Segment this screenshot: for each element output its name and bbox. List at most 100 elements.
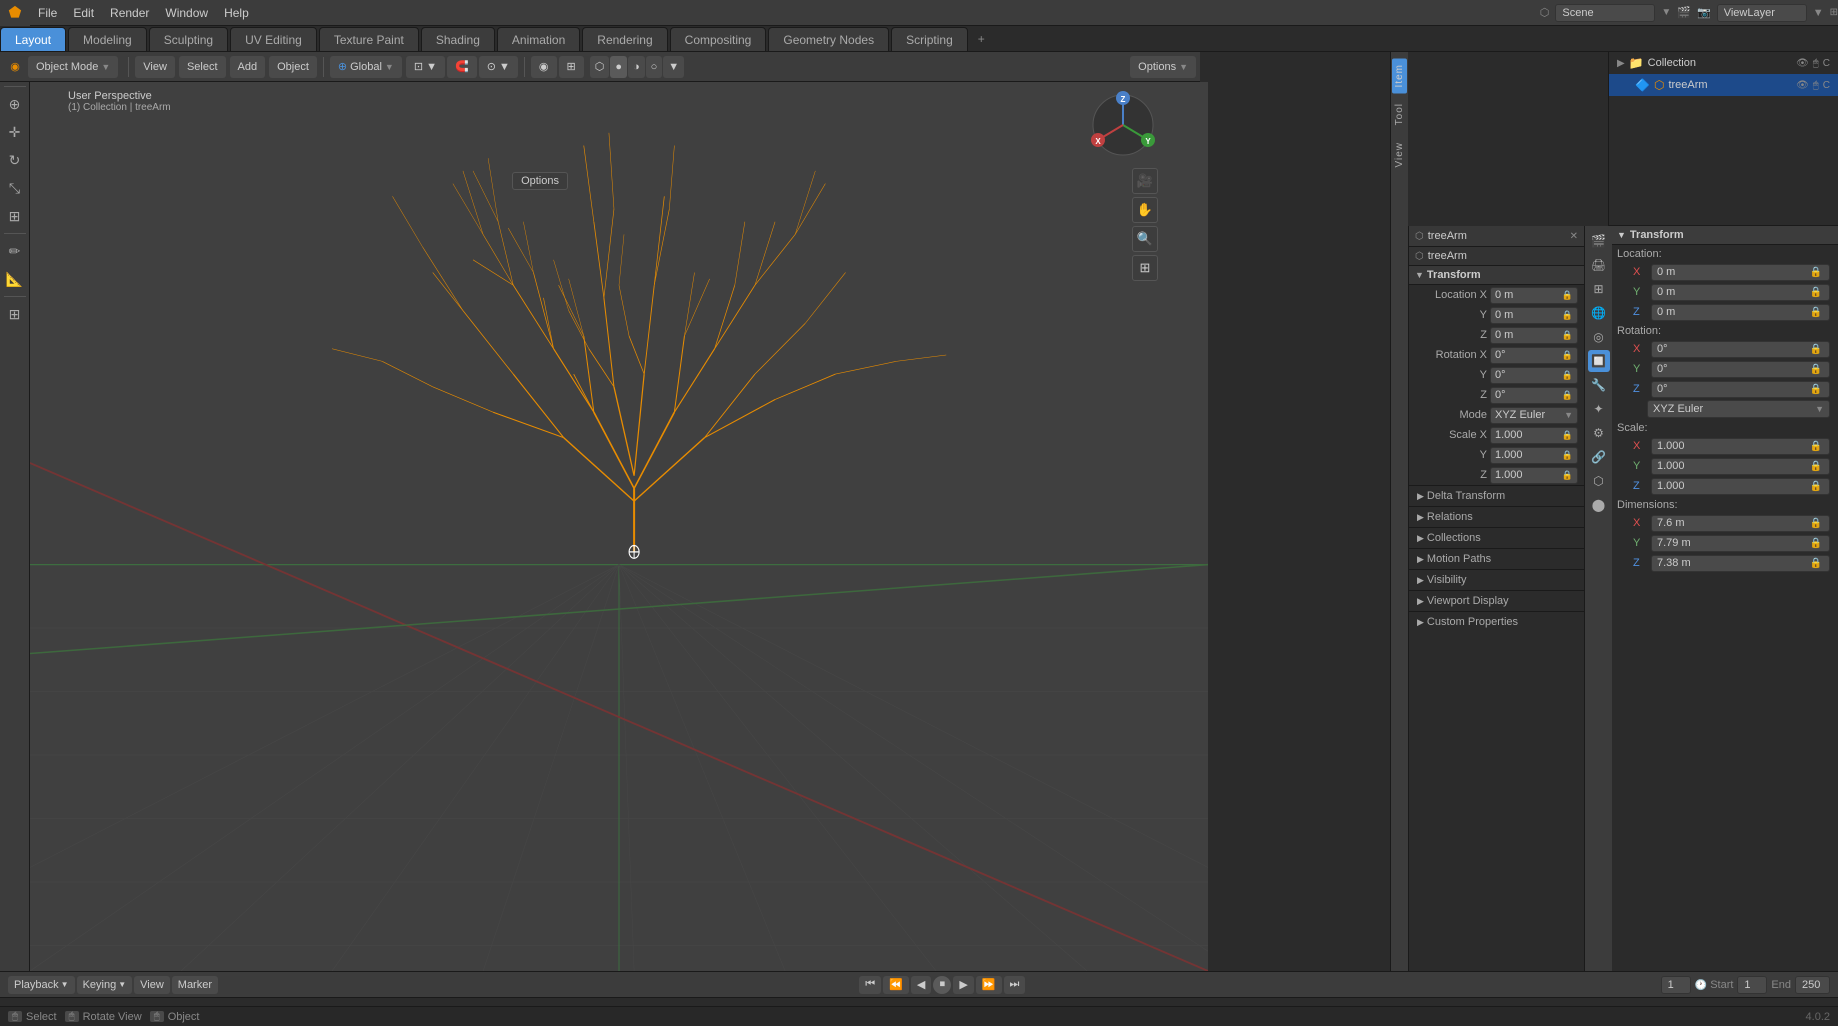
- next-keyframe-btn[interactable]: ⏩: [976, 976, 1002, 994]
- location-z-field[interactable]: 0 m 🔒: [1651, 304, 1830, 321]
- dim-y-field[interactable]: 7.79 m 🔒: [1651, 535, 1830, 552]
- npanel-loc-x-lock[interactable]: 🔒: [1562, 290, 1573, 301]
- output-props-icon[interactable]: 🖨: [1588, 254, 1610, 276]
- tool-move[interactable]: ✛: [2, 119, 28, 145]
- object-menu[interactable]: Object: [269, 56, 317, 78]
- view-tab[interactable]: View: [1392, 136, 1407, 174]
- rotation-y-field[interactable]: 0° 🔒: [1651, 361, 1830, 378]
- outliner-item-collection[interactable]: ▶ 📁 Collection 👁 🖱 C: [1609, 52, 1838, 74]
- npanel-scale-y-field[interactable]: 1.000 🔒: [1490, 447, 1578, 464]
- shade-options[interactable]: ▼: [663, 56, 684, 78]
- grid-view-btn[interactable]: ⊞: [1132, 255, 1158, 281]
- tool-transform[interactable]: ⊞: [2, 203, 28, 229]
- zoom-view-btn[interactable]: 🔍: [1132, 226, 1158, 252]
- camera-view-btn[interactable]: 🎥: [1132, 168, 1158, 194]
- shade-wire[interactable]: ⬡: [590, 56, 610, 78]
- npanel-rot-z-lock[interactable]: 🔒: [1562, 390, 1573, 401]
- rot-y-lock[interactable]: 🔒: [1808, 361, 1824, 377]
- rotation-z-field[interactable]: 0° 🔒: [1651, 381, 1830, 398]
- start-frame-field[interactable]: 1: [1737, 976, 1767, 994]
- rot-x-lock[interactable]: 🔒: [1808, 341, 1824, 357]
- tool-scale[interactable]: ⤡: [2, 175, 28, 201]
- loc-x-lock[interactable]: 🔒: [1808, 264, 1824, 280]
- constraint-props-icon[interactable]: 🔗: [1588, 446, 1610, 468]
- npanel-transform-header[interactable]: ▼ Transform: [1409, 266, 1584, 285]
- jump-start-btn[interactable]: ⏮: [859, 976, 881, 994]
- scale-y-lock[interactable]: 🔒: [1808, 458, 1824, 474]
- pivot-dropdown[interactable]: ⊡ ▼: [406, 56, 445, 78]
- tab-modeling[interactable]: Modeling: [68, 27, 147, 51]
- item-tab[interactable]: Item: [1392, 58, 1407, 93]
- navigation-gizmo[interactable]: Z Y X: [1088, 90, 1158, 160]
- tab-shading[interactable]: Shading: [421, 27, 495, 51]
- rotation-x-field[interactable]: 0° 🔒: [1651, 341, 1830, 358]
- dim-y-lock[interactable]: 🔒: [1808, 535, 1824, 551]
- playback-menu[interactable]: Playback ▼: [8, 976, 75, 994]
- npanel-rot-x-field[interactable]: 0° 🔒: [1490, 347, 1578, 364]
- tab-layout[interactable]: Layout: [0, 27, 66, 51]
- viewport[interactable]: User Perspective (1) Collection | treeAr…: [30, 82, 1208, 971]
- jump-end-btn[interactable]: ⏭: [1004, 976, 1026, 994]
- tab-uv-editing[interactable]: UV Editing: [230, 27, 317, 51]
- menu-edit[interactable]: Edit: [65, 0, 102, 26]
- npanel-rot-z-field[interactable]: 0° 🔒: [1490, 387, 1578, 404]
- tab-compositing[interactable]: Compositing: [670, 27, 767, 51]
- particle-props-icon[interactable]: ✦: [1588, 398, 1610, 420]
- viewlayer-input[interactable]: [1717, 4, 1807, 22]
- npanel-rot-x-lock[interactable]: 🔒: [1562, 350, 1573, 361]
- scene-name-input[interactable]: [1555, 4, 1655, 22]
- add-workspace-button[interactable]: +: [970, 27, 993, 51]
- scale-x-field[interactable]: 1.000 🔒: [1651, 438, 1830, 455]
- npanel-viewport-display-row[interactable]: ▶ Viewport Display: [1409, 590, 1584, 611]
- npanel-loc-z-field[interactable]: 0 m 🔒: [1490, 327, 1578, 344]
- npanel-scale-x-lock[interactable]: 🔒: [1562, 430, 1573, 441]
- end-frame-field[interactable]: 250: [1795, 976, 1830, 994]
- shade-render[interactable]: ○: [646, 56, 663, 78]
- npanel-loc-y-field[interactable]: 0 m 🔒: [1490, 307, 1578, 324]
- object-name-close[interactable]: ✕: [1570, 231, 1578, 242]
- tool-add[interactable]: ⊞: [2, 301, 28, 327]
- npanel-collections-row[interactable]: ▶ Collections: [1409, 527, 1584, 548]
- npanel-rot-y-field[interactable]: 0° 🔒: [1490, 367, 1578, 384]
- scene-props-icon[interactable]: 🌐: [1588, 302, 1610, 324]
- npanel-motion-paths-row[interactable]: ▶ Motion Paths: [1409, 548, 1584, 569]
- prev-keyframe-btn[interactable]: ⏪: [883, 976, 909, 994]
- npanel-rot-mode-dropdown[interactable]: XYZ Euler ▼: [1490, 407, 1578, 424]
- menu-window[interactable]: Window: [157, 0, 216, 26]
- npanel-delta-transform-row[interactable]: ▶ Delta Transform: [1409, 485, 1584, 506]
- world-props-icon[interactable]: ◎: [1588, 326, 1610, 348]
- tool-rotate[interactable]: ↻: [2, 147, 28, 173]
- select-menu[interactable]: Select: [179, 56, 226, 78]
- tool-cursor[interactable]: ⊕: [2, 91, 28, 117]
- rotation-mode-dropdown[interactable]: XYZ Euler ▼: [1647, 400, 1830, 418]
- pan-view-btn[interactable]: ✋: [1132, 197, 1158, 223]
- tool-measure[interactable]: 📐: [2, 266, 28, 292]
- menu-help[interactable]: Help: [216, 0, 257, 26]
- npanel-visibility-row[interactable]: ▶ Visibility: [1409, 569, 1584, 590]
- view-layer-props-icon[interactable]: ⊞: [1588, 278, 1610, 300]
- tab-sculpting[interactable]: Sculpting: [149, 27, 228, 51]
- play-reverse-btn[interactable]: ◀: [911, 976, 931, 994]
- npanel-rot-y-lock[interactable]: 🔒: [1562, 370, 1573, 381]
- tab-animation[interactable]: Animation: [497, 27, 580, 51]
- npanel-scale-x-field[interactable]: 1.000 🔒: [1490, 427, 1578, 444]
- npanel-custom-properties-row[interactable]: ▶ Custom Properties: [1409, 611, 1584, 632]
- proportional-edit[interactable]: ⊙ ▼: [479, 56, 518, 78]
- npanel-loc-y-lock[interactable]: 🔒: [1562, 310, 1573, 321]
- loc-z-lock[interactable]: 🔒: [1808, 304, 1824, 320]
- shade-material[interactable]: ◑: [628, 56, 645, 78]
- npanel-scale-z-lock[interactable]: 🔒: [1562, 470, 1573, 481]
- shade-solid[interactable]: ●: [610, 56, 627, 78]
- tab-texture-paint[interactable]: Texture Paint: [319, 27, 419, 51]
- dim-x-lock[interactable]: 🔒: [1808, 515, 1824, 531]
- view-menu-timeline[interactable]: View: [134, 976, 170, 994]
- menu-render[interactable]: Render: [102, 0, 157, 26]
- scale-z-lock[interactable]: 🔒: [1808, 478, 1824, 494]
- current-frame-field[interactable]: 1: [1661, 976, 1691, 994]
- scale-y-field[interactable]: 1.000 🔒: [1651, 458, 1830, 475]
- dim-z-field[interactable]: 7.38 m 🔒: [1651, 555, 1830, 572]
- tab-rendering[interactable]: Rendering: [582, 27, 667, 51]
- npanel-loc-z-lock[interactable]: 🔒: [1562, 330, 1573, 341]
- scale-z-field[interactable]: 1.000 🔒: [1651, 478, 1830, 495]
- loc-y-lock[interactable]: 🔒: [1808, 284, 1824, 300]
